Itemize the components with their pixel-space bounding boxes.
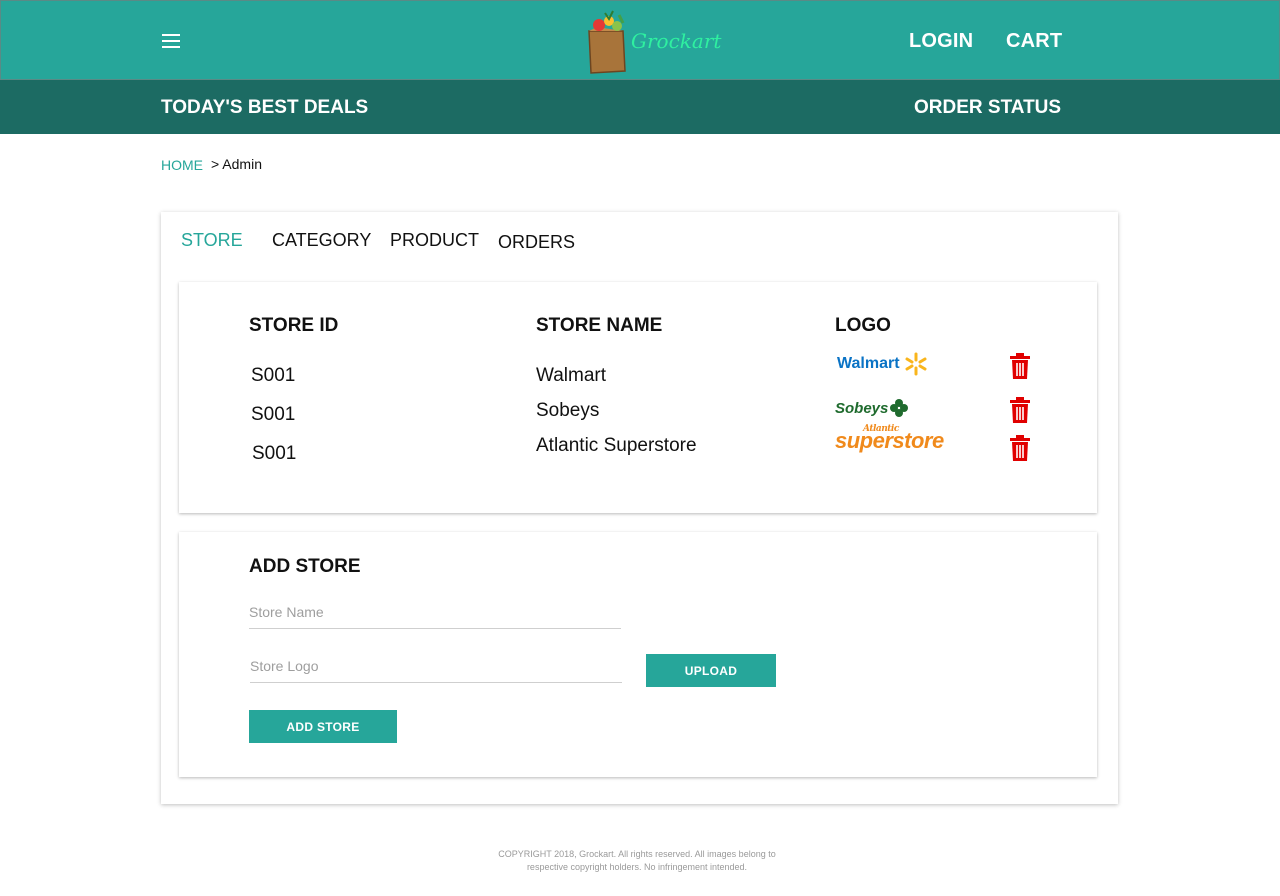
- secondary-nav-bar: TODAY'S BEST DEALS ORDER STATUS: [0, 80, 1280, 134]
- store-id-cell: S001: [251, 404, 296, 425]
- order-status-link[interactable]: ORDER STATUS: [914, 97, 1061, 119]
- tab-store[interactable]: STORE: [181, 230, 243, 251]
- store-id-cell: S001: [252, 443, 297, 464]
- trash-icon[interactable]: [1009, 435, 1031, 461]
- upload-button[interactable]: UPLOAD: [646, 654, 776, 687]
- footer-copyright: COPYRIGHT 2018, Grockart. All rights res…: [498, 849, 776, 872]
- top-app-bar: Grockart LOGIN CART: [0, 0, 1280, 80]
- store-logo-input[interactable]: [250, 649, 622, 683]
- trash-icon[interactable]: [1009, 353, 1031, 379]
- login-link[interactable]: LOGIN: [909, 30, 973, 53]
- atlantic-logo-tag: Atlantic: [863, 424, 899, 434]
- column-header-store-name: STORE NAME: [536, 315, 663, 336]
- column-header-logo: LOGO: [835, 315, 891, 336]
- tab-product[interactable]: PRODUCT: [390, 230, 479, 251]
- store-name-cell: Walmart: [536, 365, 607, 386]
- brand-logo[interactable]: Grockart: [583, 9, 721, 75]
- add-store-button[interactable]: ADD STORE: [249, 710, 397, 743]
- column-header-store-id: STORE ID: [249, 315, 339, 336]
- walmart-spark-icon: [905, 352, 927, 376]
- grocery-bag-icon: [588, 10, 626, 74]
- breadcrumb-current: > Admin: [211, 156, 262, 172]
- breadcrumb-home-link[interactable]: HOME: [161, 157, 203, 173]
- trash-icon[interactable]: [1009, 397, 1031, 423]
- cart-link[interactable]: CART: [1006, 30, 1062, 53]
- tab-orders[interactable]: ORDERS: [498, 232, 575, 253]
- store-name-cell: Atlantic Superstore: [536, 435, 697, 456]
- sobeys-logo-text: Sobeys: [835, 399, 889, 417]
- store-name-cell: Sobeys: [536, 400, 600, 421]
- admin-panel: STORE CATEGORY PRODUCT ORDERS STORE ID S…: [161, 212, 1118, 804]
- todays-best-deals-link[interactable]: TODAY'S BEST DEALS: [161, 97, 368, 119]
- hamburger-icon[interactable]: [162, 34, 182, 50]
- walmart-logo-text: Walmart: [837, 355, 900, 372]
- store-name-input[interactable]: [249, 595, 621, 629]
- breadcrumb: HOME > Admin: [161, 156, 262, 173]
- atlantic-superstore-logo: Atlantic superstore: [835, 425, 944, 452]
- brand-name: Grockart: [631, 29, 722, 53]
- store-id-cell: S001: [251, 365, 296, 386]
- sobeys-logo: Sobeys: [835, 399, 909, 417]
- store-list-card: STORE ID STORE NAME LOGO S001 S001 S001 …: [179, 282, 1097, 513]
- walmart-logo: Walmart: [837, 352, 928, 376]
- tab-category[interactable]: CATEGORY: [272, 230, 371, 251]
- sobeys-clover-icon: [890, 399, 909, 417]
- add-store-card: ADD STORE UPLOAD ADD STORE: [179, 532, 1097, 777]
- add-store-title: ADD STORE: [249, 556, 361, 577]
